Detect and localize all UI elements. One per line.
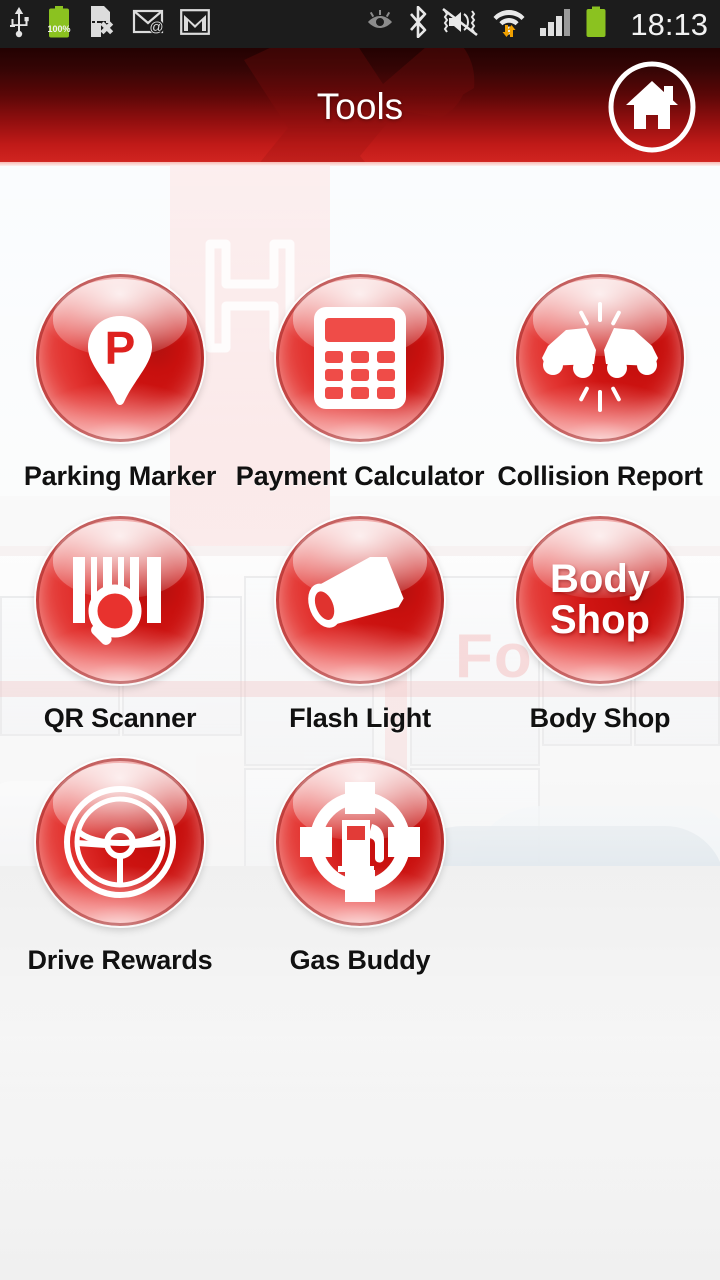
bluetooth-icon	[408, 5, 428, 43]
header-underline	[0, 162, 720, 166]
qr-scanner-orb[interactable]	[36, 516, 204, 684]
svg-text:100%: 100%	[47, 24, 70, 34]
tool-label: Drive Rewards	[27, 945, 213, 975]
status-bar-right-icons: 18:13	[365, 5, 708, 43]
status-bar[interactable]: 100% @ 18:13	[0, 0, 720, 48]
gas-buddy-orb[interactable]	[276, 758, 444, 926]
status-bar-left-icons: 100% @	[8, 5, 210, 44]
svg-text:P: P	[105, 322, 136, 374]
tools-grid: P Parking Marker Payment Calculator Coll…	[0, 166, 720, 1280]
body-shop-icon-line1: Body	[550, 556, 650, 601]
payment-calculator-orb[interactable]	[276, 274, 444, 442]
tool-drive-rewards[interactable]: Drive Rewards	[0, 758, 240, 976]
steering-wheel-icon	[64, 786, 176, 898]
tool-label: QR Scanner	[43, 703, 197, 733]
tools-row: QR Scanner Flash Light Body Shop Body Sh…	[0, 516, 720, 734]
status-bar-clock: 18:13	[630, 6, 708, 42]
tools-row: P Parking Marker Payment Calculator Coll…	[0, 274, 720, 492]
gmail-icon	[180, 8, 210, 40]
email-icon: @	[132, 8, 164, 41]
app-header: Tools	[0, 48, 720, 166]
tool-parking-marker[interactable]: P Parking Marker	[0, 274, 240, 492]
tool-qr-scanner[interactable]: QR Scanner	[0, 516, 240, 734]
usb-icon	[8, 6, 30, 43]
tool-empty-slot	[480, 758, 720, 976]
tool-collision-report[interactable]: Collision Report	[480, 274, 720, 492]
tool-gas-buddy[interactable]: Gas Buddy	[240, 758, 480, 976]
flashlight-icon	[308, 557, 404, 628]
battery-percent-icon: 100%	[46, 5, 72, 44]
tools-row: Drive Rewards Gas Buddy	[0, 758, 720, 976]
tool-label: Payment Calculator	[235, 461, 485, 491]
tool-label: Flash Light	[289, 703, 431, 733]
tool-label: Body Shop	[529, 703, 671, 733]
svg-text:@: @	[149, 18, 163, 34]
tool-payment-calculator[interactable]: Payment Calculator	[236, 274, 484, 492]
battery-icon	[584, 6, 608, 43]
tool-body-shop[interactable]: Body Shop Body Shop	[480, 516, 720, 734]
tool-label: Parking Marker	[23, 461, 217, 491]
body-shop-orb[interactable]: Body Shop	[516, 516, 684, 684]
calculator-icon	[314, 307, 406, 409]
collision-icon	[542, 302, 658, 412]
wifi-transfer-icon	[492, 6, 526, 43]
home-icon	[626, 81, 678, 129]
tool-label: Collision Report	[497, 461, 703, 491]
tool-label: Gas Buddy	[289, 945, 431, 975]
smart-stay-eye-icon	[365, 9, 395, 40]
tool-flash-light[interactable]: Flash Light	[240, 516, 480, 734]
collision-report-orb[interactable]	[516, 274, 684, 442]
signal-bars-icon	[539, 7, 571, 42]
parking-marker-icon: P	[88, 316, 152, 405]
sim-card-error-icon	[88, 5, 116, 44]
body-shop-icon: Body Shop	[550, 556, 650, 642]
flash-light-orb[interactable]	[276, 516, 444, 684]
body-shop-icon-line2: Shop	[550, 598, 650, 642]
drive-rewards-orb[interactable]	[36, 758, 204, 926]
barcode-scanner-icon	[73, 557, 161, 645]
home-button[interactable]	[606, 61, 698, 153]
gas-pump-target-icon	[300, 782, 420, 902]
mute-vibrate-icon	[441, 7, 479, 42]
parking-marker-orb[interactable]: P	[36, 274, 204, 442]
